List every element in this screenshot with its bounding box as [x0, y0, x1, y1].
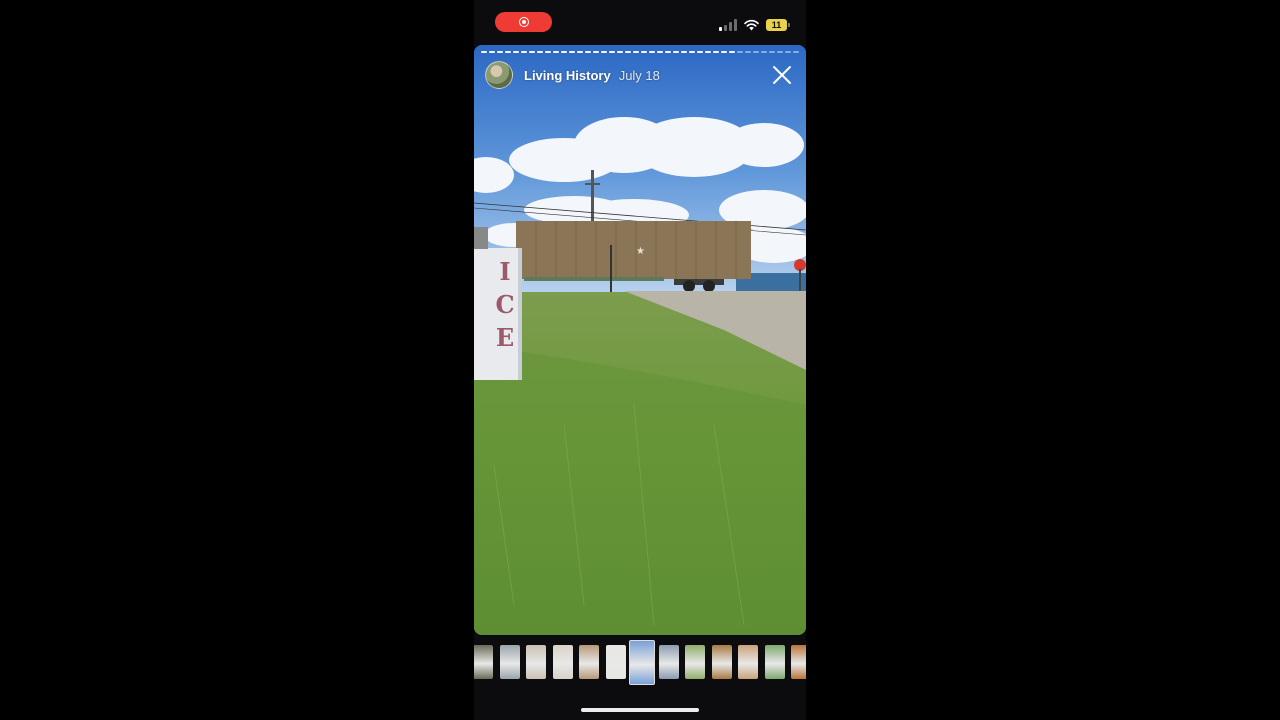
close-icon[interactable] — [770, 63, 794, 87]
story-thumbnail[interactable] — [685, 645, 705, 679]
story-thumbnail[interactable] — [474, 645, 493, 679]
progress-segment — [697, 51, 703, 53]
progress-segment — [665, 51, 671, 53]
progress-segment — [513, 51, 519, 53]
story-date: July 18 — [618, 67, 660, 83]
story-thumbnail[interactable] — [629, 640, 655, 685]
progress-segment — [617, 51, 623, 53]
progress-segment — [481, 51, 487, 53]
progress-segment — [609, 51, 615, 53]
progress-segment — [553, 51, 559, 53]
avatar[interactable] — [485, 61, 513, 89]
story-thumbnail[interactable] — [552, 645, 573, 679]
progress-segment — [625, 51, 631, 53]
progress-segment — [721, 51, 727, 53]
progress-segment — [713, 51, 719, 53]
progress-segment — [673, 51, 679, 53]
progress-segment — [657, 51, 663, 53]
progress-segment — [641, 51, 647, 53]
story-thumbnail[interactable] — [791, 645, 806, 679]
story-viewer[interactable]: ★ ICE Living History July 18 — [474, 45, 806, 635]
progress-segment — [649, 51, 655, 53]
svg-text:★: ★ — [636, 246, 645, 257]
story-thumbnail[interactable] — [738, 645, 758, 679]
story-thumbnail[interactable] — [579, 645, 599, 679]
story-thumbnail[interactable] — [526, 645, 546, 679]
progress-segment — [593, 51, 599, 53]
phone-screen: 11 ★ ICE Living History July 18 — [474, 0, 806, 720]
story-thumbnail[interactable] — [711, 645, 732, 679]
home-indicator[interactable] — [581, 708, 699, 712]
story-image: ★ — [474, 45, 806, 635]
progress-segment — [561, 51, 567, 53]
progress-segment — [497, 51, 503, 53]
progress-segment — [537, 51, 543, 53]
screen-record-icon — [518, 17, 529, 27]
progress-segment — [769, 51, 775, 53]
progress-segment — [529, 51, 535, 53]
battery-icon: 11 — [766, 19, 790, 31]
screen-record-indicator[interactable] — [495, 12, 552, 32]
progress-segment — [729, 51, 735, 53]
progress-segment — [569, 51, 575, 53]
story-thumbnail[interactable] — [605, 645, 626, 679]
progress-segment — [705, 51, 711, 53]
battery-level: 11 — [766, 19, 787, 31]
progress-segment — [681, 51, 687, 53]
story-username[interactable]: Living History — [524, 68, 611, 83]
progress-segment — [777, 51, 783, 53]
progress-segment — [585, 51, 591, 53]
progress-segment — [753, 51, 759, 53]
wifi-icon — [744, 19, 759, 31]
story-thumbnail[interactable] — [658, 645, 679, 679]
progress-segment — [521, 51, 527, 53]
sign-text: ICE — [495, 257, 515, 352]
progress-segment — [745, 51, 751, 53]
progress-segment — [633, 51, 639, 53]
progress-segment — [489, 51, 495, 53]
story-thumbnail-strip[interactable] — [474, 640, 806, 686]
story-thumbnail[interactable] — [764, 645, 785, 679]
progress-segment — [577, 51, 583, 53]
story-thumbnail[interactable] — [499, 645, 520, 679]
signal-icon — [719, 19, 737, 31]
progress-segment — [793, 51, 799, 53]
progress-segment — [737, 51, 743, 53]
progress-segment — [601, 51, 607, 53]
progress-segment — [545, 51, 551, 53]
story-progress-bar — [481, 51, 799, 53]
progress-segment — [505, 51, 511, 53]
story-header: Living History July 18 — [485, 59, 798, 91]
progress-segment — [761, 51, 767, 53]
progress-segment — [689, 51, 695, 53]
progress-segment — [785, 51, 791, 53]
status-icons: 11 — [719, 18, 790, 32]
